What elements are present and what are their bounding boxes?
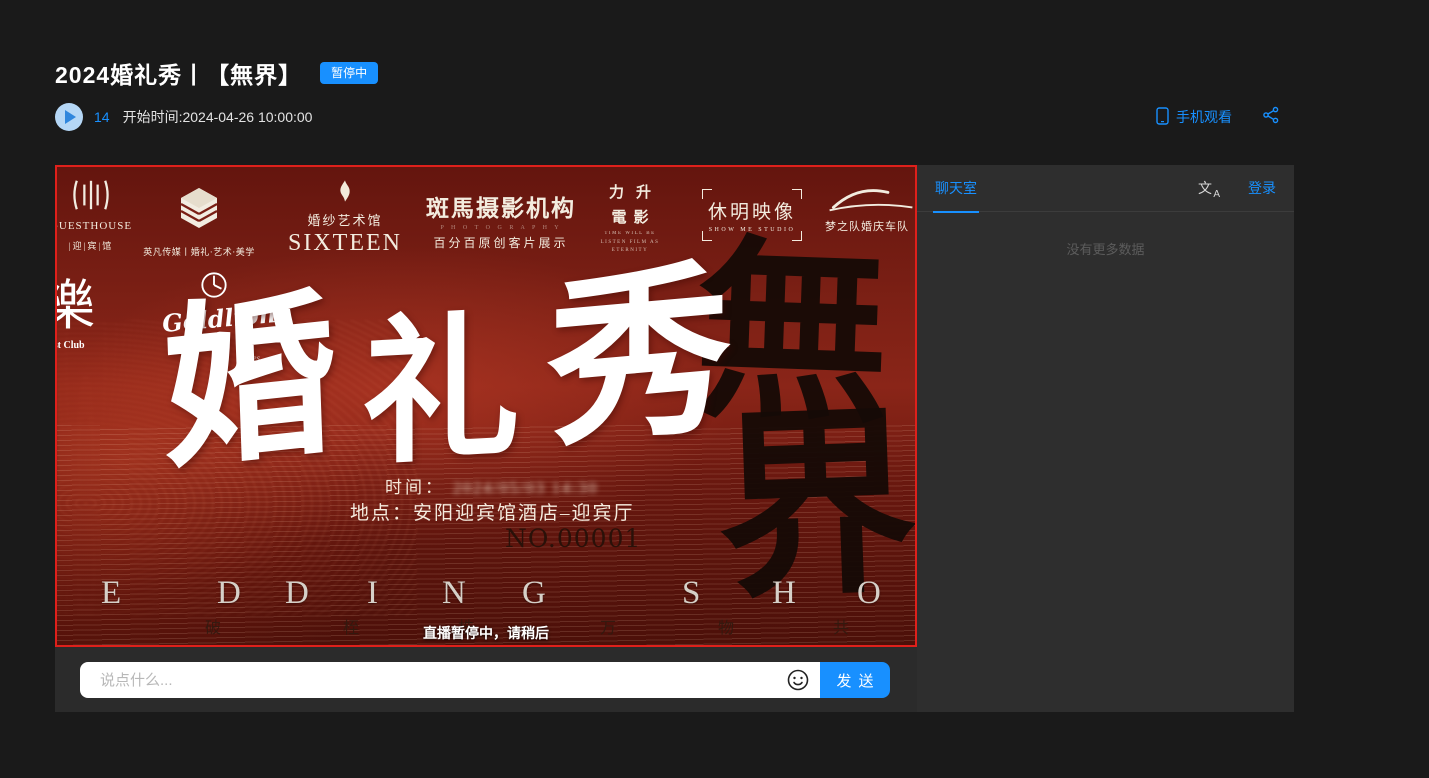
message-input[interactable]	[80, 662, 820, 698]
chatroom-tab-label: 聊天室	[935, 178, 977, 198]
live-stream-page: 2024婚礼秀丨【無界】 暂停中 14 开始时间:2024-04-26 10:0…	[0, 0, 1429, 778]
composer-strip: 发送	[55, 647, 917, 712]
cube-icon	[176, 185, 222, 231]
letter-h: H	[772, 575, 796, 612]
poster-title-char-li: 礼	[362, 310, 520, 476]
lisheng-line1: 力升	[584, 181, 676, 202]
sixteen-top: 婚纱艺术馆	[279, 210, 411, 229]
chat-empty-text: 没有更多数据	[917, 239, 1294, 258]
event-time-value-blurred: 2024/05/03 14:30	[453, 480, 598, 498]
login-button[interactable]: 登录	[1248, 178, 1276, 198]
letter-o: O	[857, 575, 881, 612]
poster-image: GUESTHOUSE |迎|宾|馆 英凡传媒丨婚礼·艺术·美学 婚纱艺术馆 SI…	[57, 167, 915, 645]
active-tab-underline	[933, 211, 979, 213]
viewer-count: 14	[94, 109, 110, 125]
phone-icon	[1156, 107, 1169, 128]
sponsor-logo-guesthouse: GUESTHOUSE |迎|宾|馆	[57, 177, 139, 252]
play-button[interactable]	[55, 103, 83, 131]
motto-char-1: 破	[205, 614, 221, 638]
translate-icon: 文	[1198, 178, 1212, 198]
guesthouse-icon	[68, 177, 114, 213]
motto-char-6: 共	[833, 614, 849, 638]
letter-d2: D	[285, 575, 309, 612]
sponsor-logo-yingfan: 英凡传媒丨婚礼·艺术·美学	[139, 185, 259, 258]
showme-name: 休明映像	[708, 197, 796, 224]
pause-overlay-text: 直播暂停中，请稍后	[423, 623, 549, 643]
banma-name: 斑馬摄影机构	[415, 189, 587, 223]
mobile-watch-label: 手机观看	[1176, 107, 1232, 127]
motto-char-4: 万	[600, 614, 616, 638]
share-button[interactable]	[1262, 106, 1280, 129]
lisheng-sub2: LISTEN FILM AS	[584, 239, 676, 248]
letter-e: E	[101, 575, 121, 612]
letter-s: S	[682, 575, 700, 612]
page-title: 2024婚礼秀丨【無界】	[55, 56, 302, 90]
banma-sub: P H O T O G R A P H Y	[415, 225, 587, 231]
mobile-watch-button[interactable]: 手机观看	[1156, 107, 1232, 128]
sponsor-logo-hostclub: 樂 Host Club	[57, 277, 115, 351]
flame-icon	[337, 179, 353, 203]
letter-g: G	[522, 575, 546, 612]
event-venue: 地点：安阳迎宾馆酒店–迎宾厅	[350, 498, 635, 525]
guesthouse-name: GUESTHOUSE	[57, 220, 139, 232]
yingfan-caption: 英凡传媒丨婚礼·艺术·美学	[139, 245, 259, 258]
translate-button[interactable]: 文 A	[1198, 178, 1218, 198]
meta-actions: 手机观看	[1156, 106, 1294, 129]
tab-chatroom[interactable]: 聊天室	[935, 165, 977, 212]
sponsor-logo-banma: 斑馬摄影机构 P H O T O G R A P H Y 百分百原创客片展示	[415, 189, 587, 251]
sponsor-logo-sixteen: 婚纱艺术馆 SIXTEEN	[279, 179, 411, 257]
banma-tagline: 百分百原创客片展示	[415, 234, 587, 251]
status-badge: 暂停中	[320, 62, 378, 84]
car-swoosh-icon	[825, 183, 915, 215]
sixteen-name: SIXTEEN	[279, 230, 411, 257]
chat-header: 聊天室 文 A 登录	[917, 165, 1294, 212]
start-time-label: 开始时间:2024-04-26 10:00:00	[123, 107, 313, 127]
event-time-label: 时间：	[385, 473, 445, 498]
chat-panel: 聊天室 文 A 登录 没有更多数据	[917, 165, 1294, 712]
page-header: 2024婚礼秀丨【無界】 暂停中	[55, 56, 378, 90]
serial-number: NO.00001	[505, 524, 641, 553]
poster-title-char-hun: 婚	[159, 288, 339, 482]
lisheng-sub1: TIME WILL BE	[584, 230, 676, 239]
play-icon	[65, 110, 76, 124]
hostclub-glyph: 樂	[57, 277, 115, 336]
share-icon	[1262, 106, 1280, 129]
smiley-icon	[786, 668, 810, 692]
meta-row: 14 开始时间:2024-04-26 10:00:00 手机观看	[55, 103, 1294, 131]
sponsor-logo-lisheng: 力升 電影 TIME WILL BE LISTEN FILM AS ETERNI…	[584, 181, 676, 256]
guesthouse-sub: |迎|宾|馆	[57, 239, 139, 252]
main-content: GUESTHOUSE |迎|宾|馆 英凡传媒丨婚礼·艺术·美学 婚纱艺术馆 SI…	[55, 165, 1294, 712]
poster-side-char-jie: 界	[714, 406, 915, 613]
emoji-button[interactable]	[786, 668, 810, 692]
letter-i: I	[367, 575, 378, 612]
motto-char-2: 桎	[343, 614, 359, 638]
video-player[interactable]: GUESTHOUSE |迎|宾|馆 英凡传媒丨婚礼·艺术·美学 婚纱艺术馆 SI…	[55, 165, 917, 647]
letter-n: N	[442, 575, 466, 612]
composer: 发送	[80, 662, 890, 698]
chat-header-actions: 文 A 登录	[1198, 178, 1276, 198]
hostclub-name: Host Club	[57, 340, 115, 351]
event-time-row: 时间： 2024/05/03 14:30	[385, 473, 598, 498]
send-button[interactable]: 发送	[820, 662, 890, 698]
motto-char-5: 物	[718, 614, 734, 638]
sponsor-logo-dreamteam: 梦之队婚庆车队	[825, 183, 915, 234]
lisheng-line2: 電影	[584, 206, 676, 227]
poster-title-char-xiu: 秀	[547, 259, 731, 461]
letter-d1: D	[217, 575, 241, 612]
